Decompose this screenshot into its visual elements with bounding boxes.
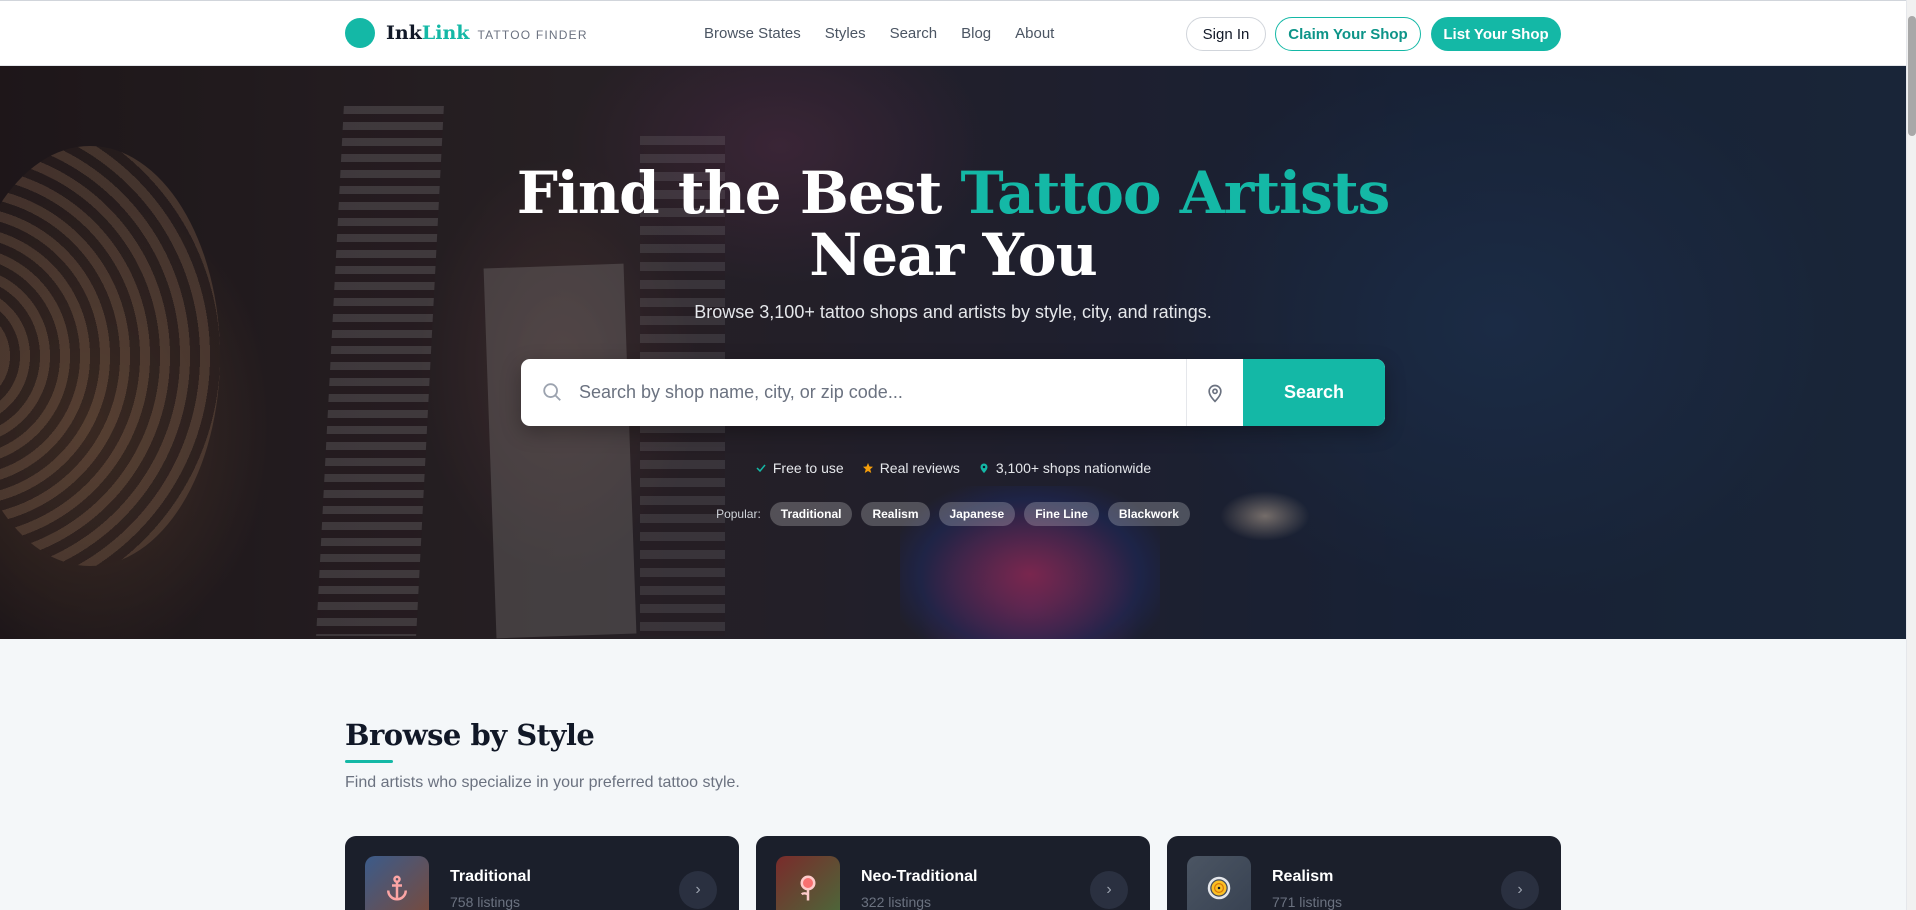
page-scrollbar[interactable]: [1906, 0, 1916, 910]
rose-icon: [776, 856, 840, 910]
popular-tag-realism[interactable]: Realism: [861, 502, 930, 526]
logo[interactable]: Ink Link TATTOO FINDER: [345, 18, 588, 48]
feature-label: Free to use: [772, 460, 844, 476]
style-card-name: Traditional: [450, 868, 531, 885]
map-pin-icon: [1208, 384, 1222, 402]
chevron-right-icon[interactable]: ›: [679, 871, 717, 909]
top-navigation-bar: Ink Link TATTOO FINDER Browse States Styl…: [0, 0, 1906, 66]
popular-tags: Popular: Traditional Realism Japanese Fi…: [478, 502, 1428, 526]
popular-tag-japanese[interactable]: Japanese: [938, 502, 1016, 526]
logo-text-ink: Ink: [386, 22, 422, 44]
style-card-count: 322 listings: [861, 894, 932, 910]
search-input[interactable]: [579, 359, 1179, 426]
location-button[interactable]: [1186, 359, 1243, 426]
nav-blog[interactable]: Blog: [961, 25, 991, 42]
nav-search[interactable]: Search: [890, 25, 938, 42]
popular-tag-blackwork[interactable]: Blackwork: [1107, 502, 1190, 526]
hero-title-part2: Near You: [809, 221, 1097, 289]
popular-label: Popular:: [716, 507, 761, 521]
claim-shop-button[interactable]: Claim Your Shop: [1275, 17, 1421, 51]
section-title: Browse by Style: [345, 718, 595, 752]
logo-mark-icon: [345, 18, 375, 48]
nav-about[interactable]: About: [1015, 25, 1054, 42]
style-card-traditional[interactable]: Traditional 758 listings ›: [345, 836, 739, 910]
popular-tag-fine-line[interactable]: Fine Line: [1024, 502, 1099, 526]
chevron-right-icon[interactable]: ›: [1501, 871, 1539, 909]
feature-shops: 3,100+ shops nationwide: [978, 460, 1151, 476]
search-bar: Search: [521, 359, 1385, 426]
hero-title-part1: Find the Best: [516, 159, 961, 227]
style-card-neo-traditional[interactable]: Neo-Traditional 322 listings ›: [756, 836, 1150, 910]
hero-features: Free to use Real reviews 3,100+ shops na…: [478, 460, 1428, 476]
style-card-count: 758 listings: [450, 894, 521, 910]
style-card-realism[interactable]: Realism 771 listings ›: [1167, 836, 1561, 910]
hero-overlay: [0, 66, 1906, 639]
main-nav: Browse States Styles Search Blog About: [704, 25, 1054, 42]
nav-styles[interactable]: Styles: [825, 25, 866, 42]
style-card-name: Neo-Traditional: [861, 868, 978, 885]
chevron-right-icon[interactable]: ›: [1090, 871, 1128, 909]
feature-free: Free to use: [755, 460, 844, 476]
section-title-underline: [345, 760, 393, 763]
logo-text-link: Link: [421, 22, 470, 44]
hero-subtitle: Browse 3,100+ tattoo shops and artists b…: [694, 302, 1212, 322]
anchor-icon: [365, 856, 429, 910]
popular-tag-traditional[interactable]: Traditional: [769, 502, 853, 526]
scrollbar-thumb[interactable]: [1908, 16, 1916, 136]
map-pin-icon: [980, 463, 988, 473]
sign-in-button[interactable]: Sign In: [1186, 17, 1266, 51]
style-card-count: 771 listings: [1272, 894, 1343, 910]
search-icon: [543, 383, 561, 401]
feature-label: 3,100+ shops nationwide: [995, 460, 1152, 476]
list-shop-button[interactable]: List Your Shop: [1431, 17, 1561, 51]
hero-section: Find the Best Tattoo Artists Near You Br…: [0, 66, 1906, 639]
style-card-name: Realism: [1272, 868, 1334, 885]
hero-title: Find the Best Tattoo Artists Near You: [478, 162, 1428, 286]
nav-browse-states[interactable]: Browse States: [704, 25, 801, 42]
star-icon: [862, 463, 873, 473]
feature-label: Real reviews: [879, 460, 960, 476]
hero-title-accent: Tattoo Artists: [960, 159, 1390, 227]
search-button[interactable]: Search: [1243, 359, 1385, 426]
eye-icon: [1187, 856, 1251, 910]
logo-tagline: TATTOO FINDER: [477, 28, 588, 42]
section-subtitle: Find artists who specialize in your pref…: [345, 774, 740, 791]
feature-reviews: Real reviews: [862, 460, 960, 476]
check-icon: [756, 464, 766, 473]
